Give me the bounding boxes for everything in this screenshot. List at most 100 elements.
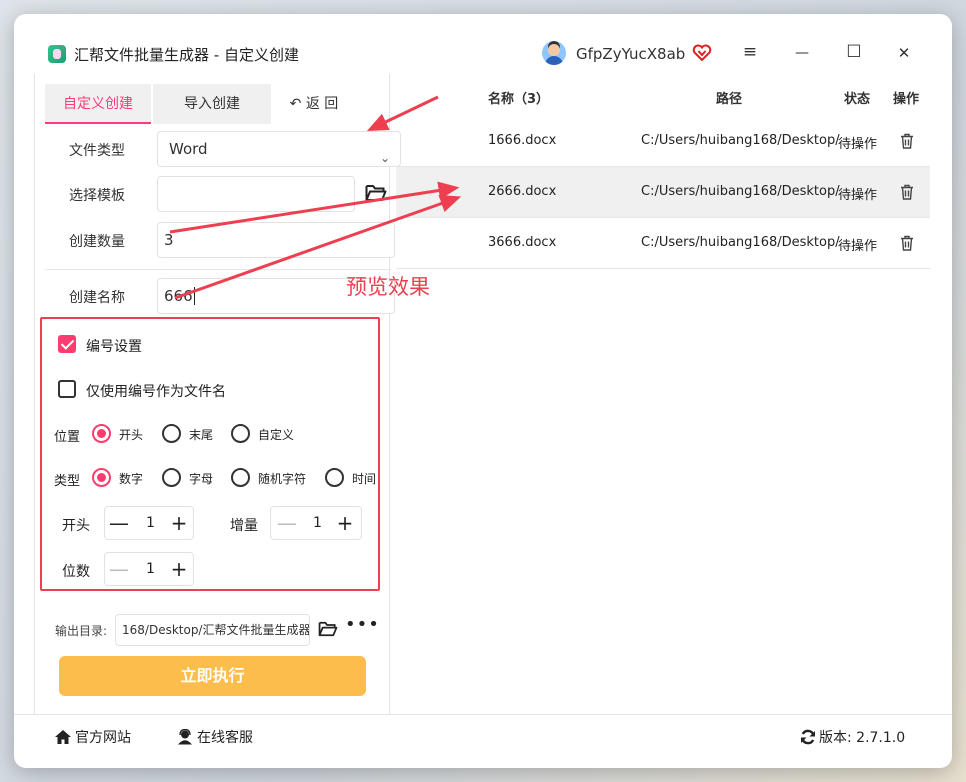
- footer: 官方网站 在线客服 版本: 2.7.1.0: [14, 714, 952, 768]
- type-option-random: 随机字符: [258, 472, 307, 486]
- trash-icon[interactable]: [900, 235, 914, 251]
- row-name: 1666.docx: [488, 133, 557, 148]
- header-name: 名称（3）: [488, 92, 550, 107]
- more-options-button[interactable]: •••: [345, 614, 380, 635]
- increment-value[interactable]: 1: [313, 515, 322, 531]
- count-label: 创建数量: [69, 234, 125, 250]
- start-stepper: — 1 +: [104, 506, 194, 540]
- menu-button[interactable]: ≡: [738, 42, 762, 62]
- close-button[interactable]: ✕: [892, 44, 916, 62]
- position-radio-custom[interactable]: [231, 424, 250, 443]
- template-folder-icon[interactable]: [365, 184, 387, 202]
- tab-import-create[interactable]: 导入创建: [153, 84, 271, 124]
- start-label: 开头: [62, 518, 90, 534]
- user-avatar[interactable]: [542, 41, 566, 65]
- title-bar: 汇帮文件批量生成器 - 自定义创建 GfpZyYucX8ab ≡ — ☐ ✕: [14, 14, 952, 74]
- back-label: 返 回: [305, 96, 339, 112]
- type-radio-letter[interactable]: [162, 468, 181, 487]
- increment-minus-button[interactable]: —: [277, 511, 297, 535]
- official-website-label: 官方网站: [75, 730, 131, 746]
- increment-plus-button[interactable]: +: [335, 511, 355, 535]
- tab-custom-create[interactable]: 自定义创建: [45, 84, 151, 124]
- position-radio-end[interactable]: [162, 424, 181, 443]
- undo-icon: ↶: [289, 96, 302, 112]
- trash-icon[interactable]: [900, 184, 914, 200]
- vip-heart-icon[interactable]: [692, 43, 712, 63]
- table-row[interactable]: 1666.docx C:/Users/huibang168/Desktop/ 待…: [396, 116, 930, 167]
- divider: [45, 269, 391, 270]
- row-path: C:/Users/huibang168/Desktop/: [641, 133, 840, 148]
- output-dir-label: 输出目录:: [55, 624, 108, 638]
- row-name: 3666.docx: [488, 235, 557, 250]
- position-label: 位置: [54, 430, 81, 445]
- type-option-letter: 字母: [189, 472, 214, 486]
- template-label: 选择模板: [69, 188, 125, 204]
- numbering-label: 编号设置: [86, 339, 142, 355]
- type-radio-time[interactable]: [325, 468, 344, 487]
- header-path: 路径: [716, 92, 743, 107]
- digits-label: 位数: [62, 564, 90, 580]
- row-status: 待操作: [838, 239, 878, 254]
- numbering-checkbox[interactable]: [58, 335, 76, 353]
- trash-icon[interactable]: [900, 133, 914, 149]
- digits-plus-button[interactable]: +: [169, 557, 189, 581]
- version-label: 版本: 2.7.1.0: [819, 730, 906, 746]
- position-option-start: 开头: [119, 428, 144, 442]
- start-plus-button[interactable]: +: [169, 511, 189, 535]
- name-label: 创建名称: [69, 290, 125, 306]
- header-status: 状态: [844, 92, 871, 107]
- type-radio-number[interactable]: [92, 468, 111, 487]
- output-dir-input[interactable]: 168/Desktop/汇帮文件批量生成器: [115, 614, 310, 646]
- type-label: 类型: [54, 474, 81, 489]
- username[interactable]: GfpZyYucX8ab: [576, 45, 685, 63]
- only-number-label: 仅使用编号作为文件名: [86, 384, 226, 400]
- position-option-end: 末尾: [189, 428, 214, 442]
- output-folder-icon[interactable]: [318, 621, 338, 637]
- file-type-label: 文件类型: [69, 143, 125, 159]
- minimize-button[interactable]: —: [790, 45, 814, 61]
- start-minus-button[interactable]: —: [109, 511, 129, 535]
- refresh-icon: [801, 729, 815, 745]
- online-support-label: 在线客服: [197, 730, 253, 746]
- digits-minus-button[interactable]: —: [109, 557, 129, 581]
- type-radio-random[interactable]: [231, 468, 250, 487]
- table-row[interactable]: 3666.docx C:/Users/huibang168/Desktop/ 待…: [396, 218, 930, 269]
- file-type-select[interactable]: Word ⌄: [157, 131, 401, 167]
- increment-label: 增量: [230, 518, 258, 534]
- version-info[interactable]: 版本: 2.7.1.0: [800, 727, 905, 747]
- count-input[interactable]: 3: [157, 222, 395, 258]
- app-logo-icon: [48, 45, 66, 63]
- back-button[interactable]: ↶ 返 回: [279, 84, 349, 124]
- preview-annotation: 预览效果: [346, 275, 430, 299]
- position-radio-start[interactable]: [92, 424, 111, 443]
- type-option-number: 数字: [119, 472, 144, 486]
- type-option-time: 时间: [352, 472, 377, 486]
- home-icon: [55, 730, 71, 744]
- run-now-button[interactable]: 立即执行: [59, 656, 366, 696]
- table-row[interactable]: 2666.docx C:/Users/huibang168/Desktop/ 待…: [396, 167, 930, 218]
- digits-stepper: — 1 +: [104, 552, 194, 586]
- text-cursor: ​: [193, 287, 195, 305]
- position-option-custom: 自定义: [258, 428, 295, 442]
- settings-panel: 自定义创建 导入创建 ↶ 返 回 文件类型 Word ⌄ 选择模板 创建数量 3…: [34, 74, 401, 714]
- official-website-link[interactable]: 官方网站: [54, 727, 131, 747]
- header-action: 操作: [893, 92, 920, 107]
- online-support-link[interactable]: 在线客服: [176, 727, 253, 747]
- start-value[interactable]: 1: [146, 515, 155, 531]
- maximize-button[interactable]: ☐: [842, 42, 866, 62]
- support-agent-icon: [178, 729, 192, 745]
- file-table-header: 名称（3） 路径 状态 操作: [396, 86, 930, 116]
- numbering-settings-box: 编号设置 仅使用编号作为文件名 位置 开头 末尾 自定义 类型 数字 字母 随机…: [40, 317, 380, 591]
- row-path: C:/Users/huibang168/Desktop/: [641, 184, 840, 199]
- file-type-value: Word: [169, 140, 208, 158]
- template-input[interactable]: [157, 176, 355, 212]
- chevron-down-icon: ⌄: [379, 151, 390, 165]
- row-status: 待操作: [838, 188, 878, 203]
- digits-value[interactable]: 1: [146, 561, 155, 577]
- increment-stepper: — 1 +: [270, 506, 362, 540]
- row-status: 待操作: [838, 137, 878, 152]
- row-path: C:/Users/huibang168/Desktop/: [641, 235, 840, 250]
- app-window: 汇帮文件批量生成器 - 自定义创建 GfpZyYucX8ab ≡ — ☐ ✕ 自…: [14, 14, 952, 768]
- row-name: 2666.docx: [488, 184, 557, 199]
- only-number-checkbox[interactable]: [58, 380, 76, 398]
